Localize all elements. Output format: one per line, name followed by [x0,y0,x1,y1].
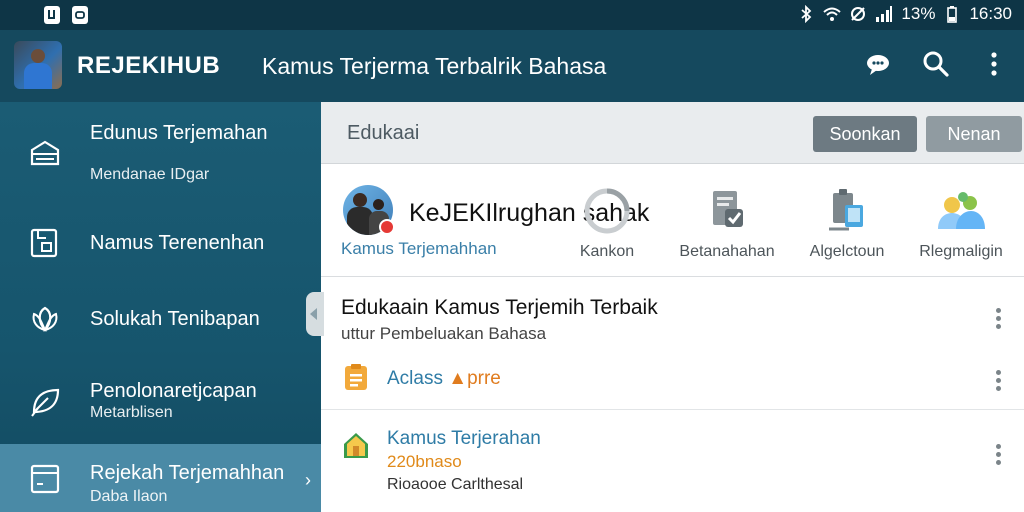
drawer-item-label: Rejekah Terjemahhan [90,462,285,484]
drawer-item-solukah[interactable]: Solukah Tenibapan [0,278,321,358]
category-subtitle[interactable]: Kamus Terjemahhan [341,239,497,259]
drawer-item-rejekah[interactable]: Rejekah Terjemahhan Daba Ilaon › [0,444,321,512]
document-check-icon [699,183,755,239]
brand-name: REJEKIHUB [77,52,221,79]
soonkan-button[interactable]: Soonkan [813,116,917,152]
app-notification-icon [44,6,60,24]
drawer-item-label: Namus Terenenhan [90,232,265,254]
list-item-title: Kamus Terjerahan [387,428,541,449]
clipboard-tablet-icon [819,183,875,239]
drawer-item-sublabel: Mendanae IDgar [90,166,210,183]
message-notification-icon [72,6,88,24]
drawer-item-label: Penolonaretjcapan [90,380,257,402]
system-indicators: 13% 16:30 [797,4,1012,24]
wifi-icon [823,7,842,21]
signal-icon [876,6,893,22]
drawer-toggle-handle[interactable] [306,292,324,336]
inbox-icon [26,134,64,172]
avatar-body [24,63,52,89]
drawer-item-label: Solukah Tenibapan [90,308,260,330]
list-subheading: uttur Pembeluakan Bahasa [341,324,547,343]
app-bar: REJEKIHUB Kamus Terjerma Terbalrik Bahas… [0,30,1024,102]
category-label: Kankon [579,243,635,260]
list-item[interactable]: Aclass ▲prre [321,348,1024,410]
list-item-accent: prre [467,368,501,389]
leaf-icon [26,382,64,420]
drawer-item-edunus[interactable]: Edunus Terjemahan Mendanae IDgar [0,102,321,206]
nenan-button[interactable]: Nenan [926,116,1022,152]
loading-ring-icon [579,183,635,239]
list-item-title-text: Aclass [387,368,443,389]
category-betanahahan[interactable]: Betanahahan [672,183,782,261]
person-icon: ▲ [448,368,468,389]
drawer-item-sublabel: Daba Ilaon [90,488,168,505]
chat-icon[interactable] [864,50,892,78]
chevron-right-icon: › [305,470,311,490]
search-icon[interactable] [922,50,950,78]
drawer-item-namus[interactable]: Namus Terenenhan [0,206,321,278]
category-algelctoun[interactable]: Algelctoun [792,183,902,261]
app-title: Kamus Terjerma Terbalrik Bahasa [262,53,607,79]
navigation-drawer: Edunus Terjemahan Mendanae IDgar Namus T… [0,102,321,512]
category-strip: KeJEKIlrughan sahak Kamus Terjemahhan Ka… [321,165,1024,277]
drawer-item-sublabel: Metarblisen [90,404,173,421]
avatar-head [31,49,45,63]
list-item-more-icon[interactable] [996,370,1002,394]
list-item-more-icon[interactable] [996,444,1002,468]
category-rlegmaligin[interactable]: Rlegmaligin [906,183,1016,261]
list-heading: Edukaain Kamus Terjemih Terbaik [341,296,658,319]
more-vert-icon[interactable] [980,50,1008,78]
list-item[interactable]: Kamus Terjerahan 220bnaso Rioaooe Carlth… [321,410,1024,512]
app-bar-actions [864,50,1008,78]
category-kankon[interactable]: Kankon [552,183,662,261]
battery-percent: 13% [901,4,936,23]
battery-icon [947,6,958,23]
house-icon [341,430,371,460]
mute-icon [851,7,866,21]
clipboard-list-icon [341,362,371,392]
user-avatar[interactable] [14,41,62,89]
list-item-subtitle: Rioaooe Carlthesal [387,476,524,493]
category-label: Betanahahan [679,243,775,260]
section-title: Edukaai [347,122,420,144]
drawer-item-label: Edunus Terjemahan [90,122,268,144]
status-bar: 13% 16:30 [0,0,1024,30]
people-group-icon [933,183,989,239]
list-more-icon[interactable] [996,308,1002,332]
drawer-item-penolon[interactable]: Penolonaretjcapan Metarblisen [0,358,321,444]
main-content: Edukaai Soonkan Nenan KeJEKIlrughan saha… [321,102,1024,512]
app-screen: 13% 16:30 REJEKIHUB Kamus Terjerma Terba… [0,0,1024,512]
bluetooth-icon [801,5,812,23]
lotus-icon [26,300,64,338]
list-item-title: Aclass ▲prre [387,368,501,390]
category-label: Algelctoun [809,243,885,260]
sub-toolbar: Edukaai Soonkan Nenan [321,102,1024,164]
clock: 16:30 [969,4,1012,23]
list-item-number: 220bnaso [387,452,462,471]
notification-icons [44,6,88,24]
window-icon [26,460,64,498]
avatar-head [353,193,367,207]
avatar-head-secondary [373,199,384,210]
category-label: Rlegmaligin [919,243,1003,260]
document-icon [26,224,64,262]
notification-badge [379,219,395,235]
